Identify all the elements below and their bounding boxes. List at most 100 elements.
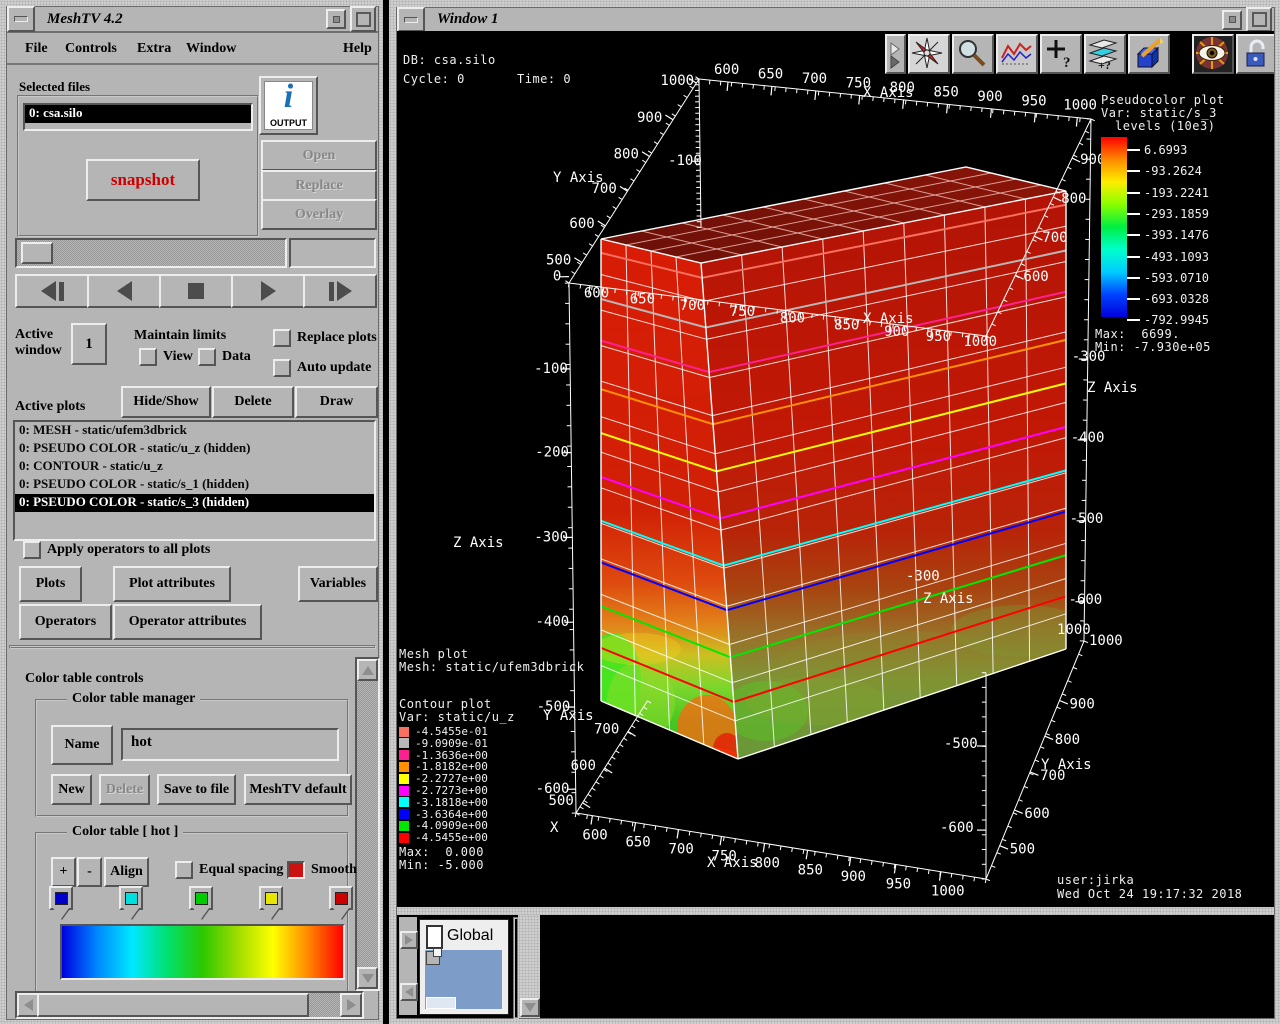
active-plots-list[interactable]: 0: MESH - static/ufem3dbrick0: PSEUDO CO…: [13, 420, 376, 541]
lock-icon[interactable]: [1236, 34, 1274, 74]
variables-button[interactable]: Variables: [298, 566, 378, 602]
open-button[interactable]: Open: [261, 140, 377, 171]
menu-file[interactable]: File: [25, 41, 48, 57]
play-forward-icon: [261, 281, 276, 301]
menu-help[interactable]: Help: [343, 41, 372, 57]
remove-marker-button[interactable]: -: [77, 857, 102, 887]
time-slider[interactable]: [15, 238, 287, 268]
equal-spacing-checkbox[interactable]: [175, 861, 193, 879]
auto-update-checkbox[interactable]: [273, 359, 291, 377]
add-marker-button[interactable]: +: [51, 857, 76, 887]
menu-extra[interactable]: Extra: [137, 41, 171, 57]
hide-show-button[interactable]: Hide/Show: [121, 386, 211, 418]
color-marker[interactable]: [49, 886, 73, 910]
output-icon: i OUTPUT: [264, 81, 313, 130]
expand-icon[interactable]: [885, 34, 906, 74]
delete-plot-button[interactable]: Delete: [212, 386, 294, 418]
viewer-window-menu-button[interactable]: [1222, 10, 1242, 30]
viewer-maximize-button[interactable]: [1246, 7, 1272, 32]
pick-query-icon[interactable]: ?: [1040, 34, 1082, 74]
scroll-up-button[interactable]: [357, 659, 378, 681]
hscroll-thumb[interactable]: [37, 993, 309, 1017]
play-reverse-button[interactable]: [87, 274, 161, 308]
replace-button[interactable]: Replace: [261, 170, 377, 201]
view-checkbox[interactable]: [139, 348, 157, 366]
color-marker[interactable]: [189, 886, 213, 910]
list-item[interactable]: 0: PSEUDO COLOR - static/s_3 (hidden): [15, 494, 374, 512]
global-thumbnail[interactable]: [425, 950, 502, 1009]
overlay-button[interactable]: Overlay: [261, 199, 377, 230]
name-button[interactable]: Name: [51, 725, 113, 765]
save-to-file-button[interactable]: Save to file: [157, 774, 236, 805]
pseudocolor-tick: -493.1093: [1127, 250, 1209, 264]
minimize-button[interactable]: [7, 6, 35, 32]
contour-legend-entry: -4.5455e+00: [399, 831, 488, 844]
curve-icon[interactable]: [996, 34, 1038, 74]
color-gradient-bar[interactable]: [60, 924, 345, 980]
scroll-left-button[interactable]: [17, 993, 39, 1017]
svg-text:950: 950: [886, 876, 911, 892]
list-item[interactable]: 0: csa.silo: [25, 105, 251, 123]
step-back-button[interactable]: [15, 274, 89, 308]
operators-button[interactable]: Operators: [19, 604, 112, 640]
name-input[interactable]: hot: [121, 728, 339, 761]
pseudocolor-colorbar: [1101, 137, 1127, 317]
new-button[interactable]: New: [51, 774, 92, 805]
db-label: DB: csa.silo: [403, 53, 496, 67]
output-button[interactable]: i OUTPUT: [259, 76, 318, 135]
bottom-hscrollbar[interactable]: [15, 991, 364, 1019]
eye-icon[interactable]: [1192, 34, 1234, 74]
magnifier-icon[interactable]: [952, 34, 994, 74]
color-marker[interactable]: [119, 886, 143, 910]
equal-spacing-checkbox-row: Equal spacing: [175, 861, 283, 879]
scroll-down-button[interactable]: [357, 967, 378, 989]
color-table-vscrollbar[interactable]: [355, 657, 380, 991]
menu-controls[interactable]: Controls: [65, 41, 117, 57]
global-label: Global: [447, 927, 493, 945]
maximize-button[interactable]: [350, 6, 376, 32]
arrow-left-icon: [405, 987, 413, 997]
replace-plots-checkbox[interactable]: [273, 329, 291, 347]
align-button[interactable]: Align: [104, 857, 149, 887]
stop-button[interactable]: [159, 274, 233, 308]
operator-attributes-button[interactable]: Operator attributes: [113, 604, 262, 640]
snapshot-button[interactable]: snapshot: [86, 159, 200, 201]
slice-query-icon[interactable]: +?: [1084, 34, 1126, 74]
smooth-checkbox[interactable]: [287, 861, 305, 879]
meshtv-default-button[interactable]: MeshTV default: [244, 774, 352, 805]
menu-window[interactable]: Window: [186, 41, 236, 57]
apply-operators-checkbox[interactable]: [23, 541, 41, 559]
scroll-right-button[interactable]: [340, 993, 362, 1017]
list-item[interactable]: 0: CONTOUR - static/u_z: [15, 458, 374, 476]
viewer-titlebar[interactable]: Window 1: [397, 8, 1274, 33]
plots-button[interactable]: Plots: [19, 566, 82, 602]
draw-button[interactable]: Draw: [295, 386, 378, 418]
contour-color-swatch: [399, 833, 409, 843]
contour-legend: Mesh plot Mesh: static/ufem3dbrick Conto…: [399, 645, 654, 880]
strip-prev-button[interactable]: [400, 983, 418, 1001]
meshtv-titlebar[interactable]: MeshTV 4.2: [7, 7, 378, 33]
viewer-minimize-button[interactable]: [397, 7, 425, 32]
plot-attributes-button[interactable]: Plot attributes: [113, 566, 231, 602]
compass-icon[interactable]: [908, 34, 950, 74]
data-checkbox[interactable]: [198, 348, 216, 366]
list-item[interactable]: 0: PSEUDO COLOR - static/s_1 (hidden): [15, 476, 374, 494]
selected-files-list[interactable]: 0: csa.silo: [23, 103, 253, 131]
strip-scroll-down-button[interactable]: [520, 998, 540, 1017]
color-marker[interactable]: [329, 886, 353, 910]
time-slider-thumb[interactable]: [21, 242, 53, 264]
list-item[interactable]: 0: PSEUDO COLOR - static/u_z (hidden): [15, 440, 374, 458]
viewport-3d[interactable]: 6006507007508008509009501000X Axis100090…: [397, 31, 1274, 907]
active-window-value-button[interactable]: 1: [71, 323, 107, 365]
play-forward-button[interactable]: [231, 274, 305, 308]
window-list-strip: Global: [397, 907, 1274, 1018]
step-forward-button[interactable]: [303, 274, 377, 308]
color-marker[interactable]: [259, 886, 283, 910]
global-window-card[interactable]: Global: [419, 919, 509, 1015]
delete-colortable-button[interactable]: Delete: [99, 774, 150, 805]
strip-next-button[interactable]: [400, 931, 418, 949]
list-item[interactable]: 0: MESH - static/ufem3dbrick: [15, 422, 374, 440]
strip-vscrollbar[interactable]: [518, 915, 540, 1018]
window-menu-button[interactable]: [326, 9, 346, 29]
annotate-box-icon[interactable]: [1128, 34, 1170, 74]
